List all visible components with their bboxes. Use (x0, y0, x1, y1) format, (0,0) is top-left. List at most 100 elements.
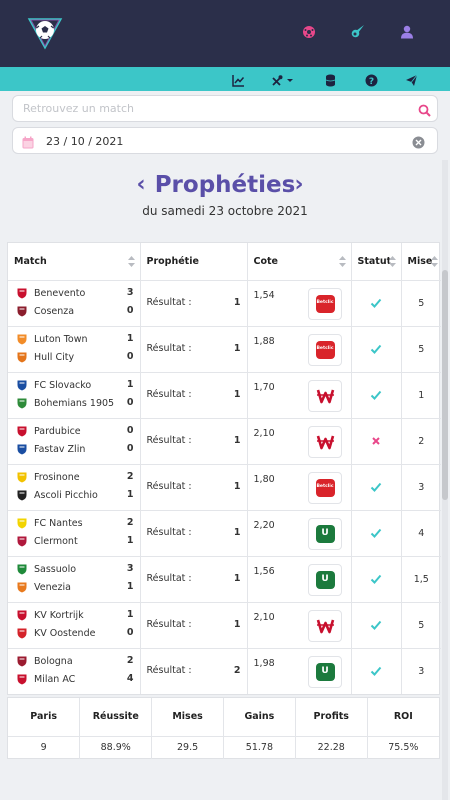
home-team-crest-icon (17, 656, 27, 667)
cote-cell: 2,10 (247, 602, 352, 649)
home-team-crest-icon (17, 518, 27, 529)
help-icon[interactable]: ? (365, 72, 379, 87)
stats-value: 75.5% (388, 742, 419, 754)
stats-value: 51.78 (223, 736, 296, 759)
home-team-score: 3 (126, 287, 134, 298)
away-team: Milan AC 4 (8, 671, 140, 689)
away-team-name: Venezia (34, 582, 71, 593)
prophecy-cell: Résultat : 1 (140, 464, 248, 511)
odds-value: 1,88 (253, 335, 275, 347)
home-team-crest-icon (17, 288, 27, 299)
comet-icon[interactable] (350, 24, 366, 40)
home-team-name: FC Slovacko (34, 380, 92, 391)
scrollbar-thumb[interactable] (442, 270, 448, 500)
prophecy-cell: Résultat : 1 (140, 372, 248, 419)
away-team-name: Milan AC (34, 674, 76, 685)
winamax-logo-icon[interactable] (307, 609, 342, 642)
column-header-status[interactable]: Statut (351, 243, 402, 281)
scrollbar[interactable] (442, 160, 448, 800)
prophecy-row[interactable]: Benevento 3 Cosenza 0 Résultat : 1 1,54 Betclic… (8, 280, 441, 327)
home-team: Sassuolo 3 (8, 561, 140, 579)
odds-value: 1,70 (253, 381, 275, 393)
database-icon[interactable] (325, 72, 339, 87)
result-label: Résultat : (146, 480, 192, 492)
status-cell (351, 648, 402, 694)
check-icon (370, 482, 382, 492)
stats-value: 9 (8, 736, 81, 759)
away-team: Venezia 1 (8, 579, 140, 597)
date-picker[interactable]: 23 / 10 / 2021 (12, 127, 438, 154)
next-day-arrow-icon[interactable]: › (291, 172, 307, 200)
home-team-name: Sassuolo (34, 564, 77, 575)
sort-icon (431, 256, 438, 267)
stake-cell: 4 (401, 510, 441, 557)
prophecy-row[interactable]: Bologna 2 Milan AC 4 Résultat : 2 1,98 U 3 (8, 648, 441, 694)
prophecy-row[interactable]: Pardubice 0 Fastav Zlin 0 Résultat : 1 2,10 2 (8, 418, 441, 465)
telegram-icon[interactable] (405, 72, 419, 86)
prophecy-cell: Résultat : 1 (140, 280, 248, 327)
betclic-logo-icon[interactable]: Betclic (307, 471, 342, 504)
result-value: 1 (233, 526, 241, 538)
unibet-logo-icon[interactable]: U (307, 563, 342, 596)
match-cell: Pardubice 0 Fastav Zlin 0 (8, 418, 141, 465)
winamax-logo-icon[interactable] (307, 379, 342, 412)
away-team: KV Oostende 0 (8, 625, 140, 643)
unibet-logo-icon[interactable]: U (307, 655, 342, 688)
bookmaker-label: U (321, 665, 329, 676)
result-label: Résultat : (146, 434, 192, 446)
stats-header: Mises (151, 698, 224, 737)
calendar-icon[interactable] (22, 134, 35, 149)
away-team-score: 0 (126, 627, 134, 638)
away-team-crest-icon (17, 674, 27, 685)
result-label: Résultat : (146, 572, 192, 584)
prophecy-cell: Résultat : 1 (140, 602, 248, 649)
unibet-logo-icon[interactable]: U (307, 517, 342, 550)
search-icon[interactable] (418, 102, 431, 117)
prophecy-row[interactable]: FC Slovacko 1 Bohemians 1905 0 Résultat : 1 1,… (8, 372, 441, 419)
previous-day-arrow-icon[interactable]: ‹ (133, 172, 149, 200)
home-team: FC Nantes 2 (8, 515, 140, 533)
prophecy-cell: Résultat : 2 (140, 648, 248, 694)
column-header-mise[interactable]: Mise (401, 243, 441, 281)
clear-date-icon[interactable] (412, 134, 425, 149)
result-value: 1 (233, 296, 241, 308)
betclic-logo-icon[interactable]: Betclic (307, 333, 342, 366)
home-team: KV Kortrijk 1 (8, 607, 140, 625)
away-team-crest-icon (17, 536, 27, 547)
prophecy-row[interactable]: Sassuolo 3 Venezia 1 Résultat : 1 1,56 U 1,5 (8, 556, 441, 603)
home-team-score: 1 (126, 609, 134, 620)
check-icon (370, 344, 382, 354)
home-team-name: FC Nantes (34, 518, 83, 529)
away-team: Bohemians 1905 0 (8, 395, 140, 413)
prophecy-row[interactable]: FC Nantes 2 Clermont 1 Résultat : 1 2,20 U 4 (8, 510, 441, 557)
prophecy-row[interactable]: Frosinone 2 Ascoli Picchio 1 Résultat : 1 1,80… (8, 464, 441, 511)
cote-cell: 2,10 (247, 418, 352, 465)
status-cell (351, 418, 402, 465)
betclic-logo-icon[interactable]: Betclic (307, 287, 342, 320)
svg-text:?: ? (369, 77, 374, 87)
tools-dropdown-icon[interactable] (271, 72, 293, 86)
home-team-crest-icon (17, 334, 27, 345)
winamax-logo-icon[interactable] (307, 425, 342, 458)
home-team-name: KV Kortrijk (34, 610, 84, 621)
away-team-name: KV Oostende (34, 628, 96, 639)
result-value: 1 (233, 572, 241, 584)
away-team: Cosenza 0 (8, 303, 140, 321)
summary-stats-table: Paris Réussite Mises Gains Profits ROI 9 88.9%… (7, 697, 440, 759)
user-icon[interactable] (400, 24, 416, 40)
bookmaker-label: Betclic (316, 483, 334, 489)
column-header-cote[interactable]: Cote (247, 243, 352, 281)
soccer-ball-icon[interactable] (302, 24, 318, 40)
result-value: 1 (233, 342, 241, 354)
result-label: Résultat : (146, 664, 192, 676)
home-team-name: Bologna (34, 656, 73, 667)
away-team-score: 1 (126, 581, 134, 592)
prophecy-row[interactable]: Luton Town 1 Hull City 0 Résultat : 1 1,88 Betc… (8, 326, 441, 373)
site-logo[interactable] (26, 16, 64, 50)
search-input[interactable] (23, 99, 403, 118)
column-header-match[interactable]: Match (8, 243, 141, 281)
prophecy-row[interactable]: KV Kortrijk 1 KV Oostende 0 Résultat : 1 2,10 5 (8, 602, 441, 649)
chart-icon[interactable] (232, 72, 246, 87)
cote-cell: 1,70 (247, 372, 352, 419)
cross-icon (372, 437, 380, 445)
